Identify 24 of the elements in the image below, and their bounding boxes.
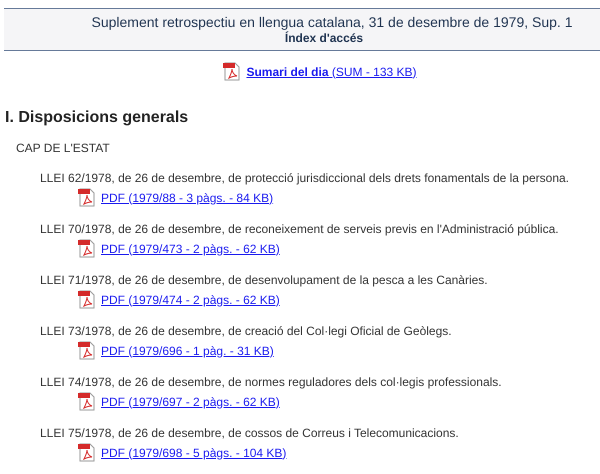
law-title: LLEI 75/1978, de 26 de desembre, de cossos de Correus i Telecomunicacions.: [40, 426, 460, 441]
section-heading: I. Disposicions generals: [5, 108, 190, 128]
pdf-link[interactable]: PDF (1979/698 - 5 pàgs. - 104 KB): [101, 446, 286, 460]
page-title: Suplement retrospectiu en llengua catalana, 31 de desembre de 1979, Sup. 1: [90, 14, 572, 31]
pdf-link[interactable]: PDF (1979/697 - 2 pàgs. - 62 KB): [101, 394, 280, 408]
pdf-icon: [78, 239, 95, 258]
law-title: LLEI 73/1978, de 26 de desembre, de creació del Col·legi Oficial de Geòlegs.: [40, 324, 453, 339]
pdf-link[interactable]: PDF (1979/474 - 2 pàgs. - 62 KB): [101, 292, 280, 306]
pdf-icon: [78, 188, 95, 207]
summary-link[interactable]: Sumari del dia (SUM - 133 KB): [246, 64, 417, 78]
law-title: LLEI 62/1978, de 26 de desembre, de protecció jurisdiccional dels drets fonamentals de la persona.: [40, 171, 570, 186]
pdf-icon: [78, 392, 95, 411]
law-title: LLEI 71/1978, de 26 de desembre, de desenvolupament de la pesca a les Canàries.: [40, 273, 489, 288]
page-subtitle: Índex d'accés: [284, 31, 364, 46]
pdf-icon: [223, 62, 240, 81]
pdf-icon: [78, 290, 95, 309]
group-heading: CAP DE L'ESTAT: [16, 141, 111, 156]
pdf-icon: [78, 341, 95, 360]
pdf-link[interactable]: PDF (1979/473 - 2 pàgs. - 62 KB): [101, 242, 280, 256]
law-title: LLEI 70/1978, de 26 de desembre, de reconeixement de serveis previs en l'Administració pública.: [40, 222, 560, 237]
pdf-link[interactable]: PDF (1979/696 - 1 pàg. - 31 KB): [101, 344, 274, 358]
pdf-link[interactable]: PDF (1979/88 - 3 pàgs. - 84 KB): [101, 190, 274, 204]
pdf-icon: [78, 443, 95, 462]
law-title: LLEI 74/1978, de 26 de desembre, de normes reguladores dels col·legis professionals.: [40, 375, 503, 390]
